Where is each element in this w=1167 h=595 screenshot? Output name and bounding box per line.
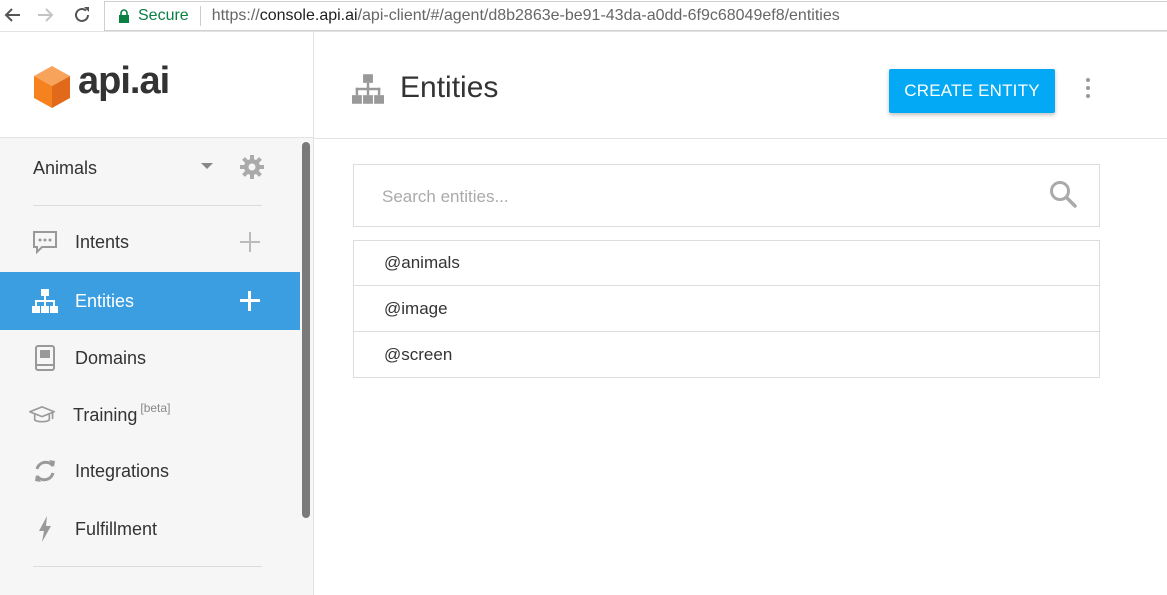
url-path: /api-client/#/agent/d8b2863e-be91-43da-a… [357, 7, 840, 24]
address-bar[interactable]: Secure https://console.api.ai/api-client… [104, 1, 1167, 31]
arrow-left-icon [4, 8, 20, 22]
search-icon[interactable] [1049, 180, 1077, 208]
sidebar-item-training[interactable]: Training [beta] [0, 386, 300, 444]
sync-icon [32, 458, 58, 484]
sidebar-scrollbar-thumb[interactable] [302, 142, 310, 518]
sidebar-item-label: Intents [75, 231, 130, 252]
sidebar-item-label: Integrations [75, 460, 170, 481]
page-header: Entities CREATE ENTITY [314, 32, 1138, 139]
create-entity-button[interactable]: CREATE ENTITY [889, 69, 1055, 113]
sidebar-item-label: Fulfillment [75, 518, 158, 539]
sidebar-divider [33, 566, 262, 567]
sidebar-item-fulfillment[interactable]: Fulfillment [0, 500, 300, 558]
sidebar-item-integrations[interactable]: Integrations [0, 442, 300, 500]
sidebar-item-intents[interactable]: Intents [0, 213, 300, 271]
search-box [353, 164, 1100, 227]
sidebar-item-label: Training [beta] [73, 401, 170, 426]
chat-bubble-icon [32, 229, 58, 255]
reload-button[interactable] [71, 4, 93, 26]
add-intent-button[interactable] [240, 232, 260, 252]
sidebar-item-entities[interactable]: Entities [0, 272, 300, 330]
sidebar-divider [33, 205, 262, 206]
lock-icon [118, 9, 130, 23]
page-title: Entities [400, 71, 499, 104]
logo-text[interactable]: api.ai [78, 62, 170, 100]
reload-icon [75, 7, 89, 22]
sidebar-item-training-text: Training [73, 404, 138, 425]
search-input[interactable] [380, 183, 1024, 211]
address-separator [199, 6, 201, 26]
book-icon [32, 345, 58, 371]
entity-row-animals[interactable]: @animals [353, 240, 1100, 286]
entity-row-image[interactable]: @image [353, 286, 1100, 332]
sitemap-icon [32, 288, 58, 314]
sidebar-item-label: Domains [75, 347, 147, 368]
sidebar-item-domains[interactable]: Domains [0, 329, 300, 387]
sitemap-icon [352, 74, 384, 104]
back-button[interactable] [2, 4, 24, 26]
add-entity-button[interactable] [240, 291, 260, 311]
sidebar: api.ai Animals Intents Entities Domains … [0, 32, 313, 595]
right-gutter [1137, 32, 1167, 595]
forward-button[interactable] [34, 4, 56, 26]
chevron-down-icon[interactable] [201, 163, 213, 169]
right-gutter-header [1137, 32, 1167, 139]
main-panel: Entities CREATE ENTITY @animals @image @… [313, 32, 1138, 595]
entity-list: @animals @image @screen [353, 240, 1100, 378]
browser-toolbar: Secure https://console.api.ai/api-client… [0, 0, 1167, 32]
gear-icon[interactable] [239, 154, 265, 180]
lightning-icon [32, 516, 58, 542]
graduation-cap-icon [29, 402, 55, 428]
sidebar-item-label: Entities [75, 290, 135, 311]
cube-logo-icon[interactable] [32, 64, 72, 110]
url-scheme: https:// [211, 7, 260, 24]
arrow-right-icon [38, 8, 54, 22]
agent-name[interactable]: Animals [33, 158, 97, 179]
secure-label: Secure [138, 7, 189, 24]
logo-area: api.ai [0, 32, 313, 138]
url-host: console.api.ai [259, 7, 358, 24]
beta-badge: [beta] [140, 400, 171, 415]
more-vert-icon[interactable] [1084, 78, 1092, 102]
entity-row-screen[interactable]: @screen [353, 332, 1100, 378]
